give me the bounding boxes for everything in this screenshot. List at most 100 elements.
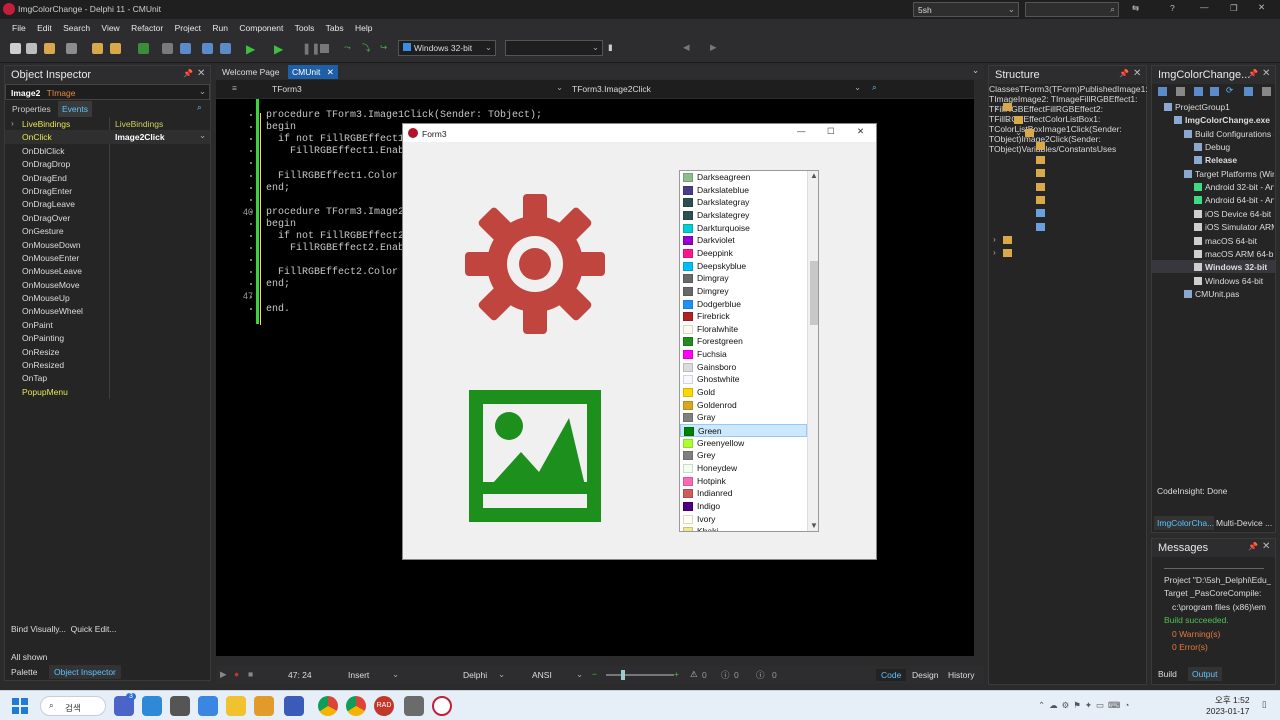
event-value[interactable]: LiveBindings (115, 119, 163, 129)
tab-multi-device[interactable]: Multi-Device ... (1216, 518, 1274, 528)
scroll-thumb[interactable] (810, 261, 818, 325)
new-items-icon[interactable] (26, 43, 37, 54)
event-row[interactable]: OnMouseLeave (5, 264, 210, 277)
maximize-button[interactable]: ❐ (1230, 3, 1238, 14)
save-icon[interactable] (284, 696, 304, 716)
calculator-icon[interactable] (170, 696, 190, 716)
project-node[interactable]: macOS ARM 64-bit (1205, 249, 1274, 259)
project-node[interactable]: macOS 64-bit (1205, 236, 1257, 246)
pin-icon[interactable]: 📌 (1248, 542, 1258, 551)
expand-icon[interactable]: ⌄ (993, 101, 1000, 112)
project-node[interactable]: ProjectGroup1 (1175, 102, 1230, 112)
revert-icon[interactable] (66, 43, 77, 54)
color-list-item[interactable]: Darkturquoise (680, 222, 807, 235)
event-row[interactable]: OnMouseEnter (5, 251, 210, 264)
pin-icon[interactable]: 📌 (1248, 69, 1258, 78)
picture-image[interactable] (469, 390, 601, 522)
event-row[interactable]: OnDblClick (5, 144, 210, 157)
close-icon[interactable]: ✕ (1262, 68, 1270, 79)
chevron-down-icon[interactable]: ⌄ (556, 82, 563, 93)
color-list-item[interactable]: Darkslateblue (680, 184, 807, 197)
color-list-item[interactable]: Deepskyblue (680, 260, 807, 273)
save-all-icon[interactable] (162, 43, 173, 54)
color-list-item[interactable]: Goldenrod (680, 399, 807, 412)
color-list-item[interactable]: Khaki (680, 525, 807, 531)
taskbar-search[interactable]: ⌕ 검색 (40, 696, 106, 716)
zoom-slider-thumb[interactable] (621, 670, 625, 680)
zoom-in-icon[interactable]: + (674, 669, 679, 679)
structure-node[interactable]: Uses (1097, 144, 1116, 154)
chevron-down-icon[interactable]: ⌄ (498, 669, 505, 680)
project-node[interactable]: Windows 32-bit (1205, 262, 1267, 272)
back-icon[interactable]: ◀ (683, 42, 690, 53)
event-row[interactable]: OnDragEnter (5, 184, 210, 197)
menu-file[interactable]: File (12, 23, 26, 33)
tab-palette[interactable]: Palette (11, 667, 37, 677)
nav-menu-icon[interactable]: ≡ (232, 83, 237, 93)
minimize-button[interactable]: — (797, 126, 806, 136)
platform-select[interactable]: Windows 32-bit ⌄ (398, 40, 496, 56)
event-row[interactable]: OnDragEnd (5, 171, 210, 184)
ide-search-input[interactable]: ⌕ (1025, 2, 1119, 17)
project-node[interactable]: Build Configurations (... (1195, 129, 1274, 139)
event-row[interactable]: OnPaint (5, 318, 210, 331)
project-node[interactable]: CMUnit.pas (1195, 289, 1239, 299)
color-list-item[interactable]: Forestgreen (680, 335, 807, 348)
open-icon[interactable] (44, 43, 55, 54)
tab-output[interactable]: Output (1188, 667, 1222, 681)
project-node[interactable]: Debug (1205, 142, 1230, 152)
project-node[interactable]: ImgColorChange.exe (1185, 115, 1270, 125)
project-node[interactable]: Release (1205, 155, 1237, 165)
close-icon[interactable]: ✕ (1262, 541, 1270, 552)
close-button[interactable]: ✕ (1258, 2, 1265, 13)
class-combo-value[interactable]: TForm3 (272, 84, 302, 94)
color-list-item[interactable]: Firebrick (680, 310, 807, 323)
add-file-icon[interactable] (202, 43, 213, 54)
tab-properties[interactable]: Properties (12, 104, 51, 114)
event-row[interactable]: OnDragOver (5, 211, 210, 224)
color-list-item[interactable]: Gray (680, 411, 807, 424)
color-list-item[interactable]: Dodgerblue (680, 298, 807, 311)
help-icon[interactable]: ? (1170, 3, 1175, 13)
color-list-item[interactable]: Darkviolet (680, 234, 807, 247)
structure-node[interactable]: Published (1080, 84, 1117, 94)
tray-icons[interactable]: ⌃☁⚙⚑✦▭⌨◔ (1038, 700, 1133, 711)
remove-icon[interactable] (1210, 87, 1219, 96)
folder-icon[interactable] (110, 43, 121, 54)
color-list-box[interactable]: Darkseagreen Darkslateblue Darkslategray Da… (679, 170, 819, 532)
tab-events[interactable]: Events (58, 101, 92, 117)
scrollbar[interactable]: ▲ ▼ (807, 171, 818, 531)
menu-component[interactable]: Component (239, 23, 283, 33)
menu-tabs[interactable]: Tabs (326, 23, 344, 33)
scroll-up-icon[interactable]: ▲ (810, 171, 818, 180)
menu-edit[interactable]: Edit (37, 23, 52, 33)
zoom-slider[interactable] (606, 674, 674, 676)
color-list-item[interactable]: Ivory (680, 513, 807, 526)
project-options-icon[interactable] (180, 43, 191, 54)
notifications-icon[interactable]: ▯ (1262, 699, 1267, 710)
vm-icon[interactable] (404, 696, 424, 716)
color-list-item[interactable]: Gainsboro (680, 361, 807, 374)
chrome-alt-icon[interactable] (346, 696, 366, 716)
language-select[interactable]: Delphi (463, 670, 487, 680)
search-box[interactable]: 5sh ⌄ (913, 2, 1019, 17)
remote-desktop-icon[interactable] (142, 696, 162, 716)
add-icon[interactable] (1194, 87, 1203, 96)
close-icon[interactable]: ✕ (1133, 68, 1141, 79)
tab-design[interactable]: Design (912, 670, 938, 680)
tab-object-inspector[interactable]: Object Inspector (49, 665, 121, 679)
clock-date[interactable]: 2023-01-17 (1206, 706, 1249, 716)
run-without-debug-icon[interactable]: ▶ (274, 42, 283, 56)
settings-icon[interactable] (1262, 87, 1271, 96)
color-list-item[interactable]: Darkslategrey (680, 209, 807, 222)
chrome-icon[interactable] (318, 696, 338, 716)
method-combo-value[interactable]: TForm3.Image2Click (572, 84, 651, 94)
tool-icon[interactable] (254, 696, 274, 716)
tab-build[interactable]: Build (1158, 669, 1177, 679)
event-row[interactable]: OnMouseUp (5, 291, 210, 304)
pin-icon[interactable]: 📌 (183, 69, 193, 78)
structure-node[interactable]: Variables/Constants (1021, 144, 1096, 154)
project-node[interactable]: Android 64-bit - An... (1205, 195, 1274, 205)
color-list-item[interactable]: Indianred (680, 487, 807, 500)
chevron-down-icon[interactable]: ⌄ (199, 130, 206, 141)
